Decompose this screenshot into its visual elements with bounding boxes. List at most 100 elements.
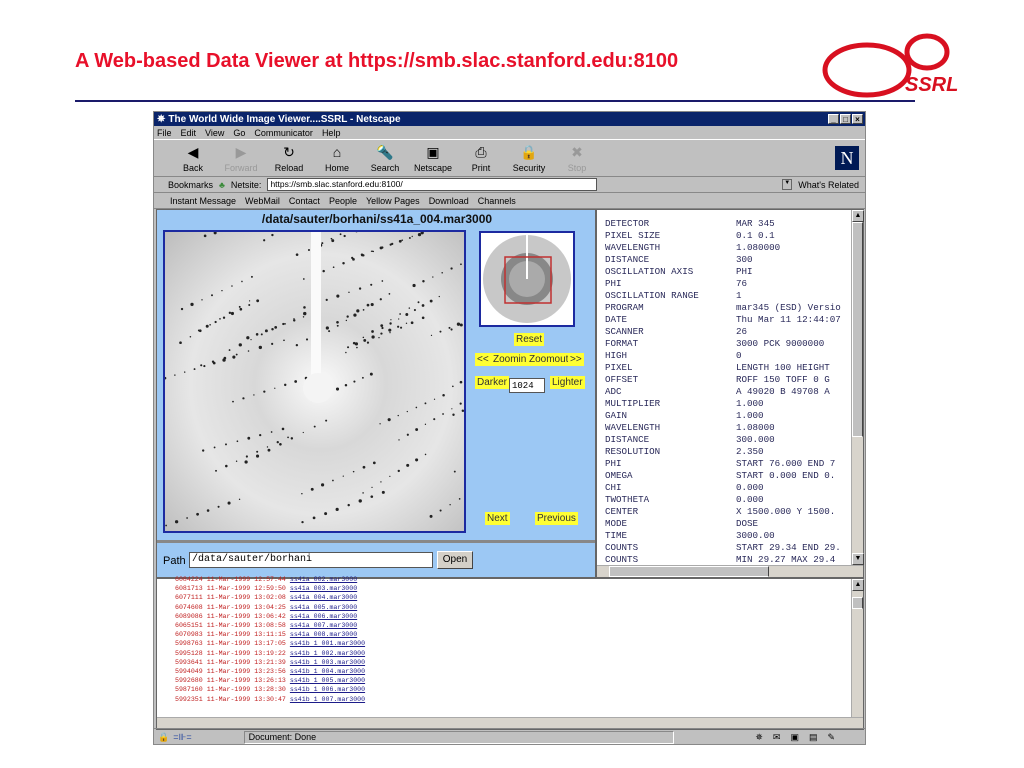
close-button[interactable]: ×	[852, 114, 863, 124]
file-list-vertical-scrollbar[interactable]: ▲	[851, 579, 864, 717]
lock-icon: 🔒	[520, 144, 538, 160]
diffraction-spot	[380, 324, 384, 328]
pan-left-button[interactable]: <<	[475, 353, 491, 366]
file-link[interactable]: ss41a 007.mar3000	[290, 621, 357, 630]
diffraction-image[interactable]	[163, 190, 539, 533]
file-meta: 13:02:08	[254, 594, 286, 602]
netscape-button[interactable]: ▣ Netscape	[409, 144, 457, 173]
diffraction-spot	[180, 307, 184, 311]
home-button[interactable]: ⌂ Home	[313, 144, 361, 173]
diffraction-spot	[415, 428, 419, 431]
diffraction-spot	[282, 322, 285, 326]
diffraction-spot	[379, 298, 382, 301]
personal-people[interactable]: People	[329, 196, 357, 206]
personal-download[interactable]: Download	[429, 196, 469, 206]
personal-yellow-pages[interactable]: Yellow Pages	[366, 196, 420, 206]
diffraction-spot	[242, 397, 245, 400]
url-dropdown[interactable]: ▼	[782, 179, 793, 190]
frame-divider[interactable]	[157, 540, 595, 543]
maximize-button[interactable]: □	[840, 114, 851, 124]
header-value: mar345 (ESD) Versio	[736, 302, 841, 313]
previous-button[interactable]: Previous	[535, 512, 578, 525]
diffraction-spot	[336, 320, 339, 324]
menu-go[interactable]: Go	[233, 128, 245, 138]
diffraction-spot	[362, 308, 365, 311]
diffraction-spot	[244, 460, 248, 464]
menu-edit[interactable]: Edit	[181, 128, 197, 138]
menu-communicator[interactable]: Communicator	[254, 128, 313, 138]
header-key: FORMAT	[605, 338, 639, 349]
toolbar-label: Forward	[224, 163, 258, 173]
thumbnail-image[interactable]	[479, 231, 575, 327]
file-row: 6089086 11-Mar-1999 13:06:42 ss41a 006.mar3…	[175, 612, 365, 621]
diffraction-spot	[442, 393, 445, 397]
reset-button[interactable]: Reset	[514, 333, 545, 346]
file-link[interactable]: ss41b 1 007.mar3000	[290, 695, 365, 704]
next-button[interactable]: Next	[485, 512, 510, 525]
personal-channels[interactable]: Channels	[478, 196, 516, 206]
header-key: WAVELENGTH	[605, 422, 661, 433]
minimize-button[interactable]: _	[828, 114, 839, 124]
file-link[interactable]: ss41b 1 002.mar3000	[290, 649, 365, 658]
diffraction-spot	[179, 341, 182, 345]
diffraction-spot	[413, 308, 416, 312]
header-value: START 29.34 END 29.	[736, 542, 841, 553]
header-key: PROGRAM	[605, 302, 644, 313]
file-link[interactable]: ss41b 1 004.mar3000	[290, 667, 365, 676]
menu-file[interactable]: File	[157, 128, 172, 138]
header-horizontal-scrollbar[interactable]	[597, 565, 863, 577]
diffraction-spot	[412, 283, 416, 288]
personal-contact[interactable]: Contact	[289, 196, 320, 206]
search-button[interactable]: 🔦 Search	[361, 144, 409, 173]
menu-help[interactable]: Help	[322, 128, 341, 138]
file-link[interactable]: ss41b 1 005.mar3000	[290, 676, 365, 685]
file-link[interactable]: ss41a 002.mar3000	[290, 575, 357, 584]
header-row: CENTER X 1500.000 Y 1500.	[605, 506, 851, 518]
stop-icon: ✖	[571, 144, 583, 160]
bookmarks-button[interactable]: Bookmarks	[168, 180, 213, 190]
viewer-frame: /data/sauter/borhani/ss41a_004.mar3000 R…	[156, 190, 596, 578]
diffraction-spot	[389, 332, 391, 334]
diffraction-spot	[263, 239, 266, 242]
file-link[interactable]: ss41a 006.mar3000	[290, 612, 357, 621]
back-button[interactable]: ◀ Back	[169, 144, 217, 173]
component-bar-icons[interactable]: ✵✉▣▤✎	[755, 732, 845, 743]
diffraction-spot	[389, 475, 391, 478]
header-value: 0.000	[736, 494, 764, 505]
whats-related-button[interactable]: What's Related	[798, 180, 865, 190]
file-link[interactable]: ss41b 1 001.mar3000	[290, 639, 365, 648]
file-link[interactable]: ss41a 003.mar3000	[290, 584, 357, 593]
open-button[interactable]: Open	[437, 551, 473, 569]
personal-instant-message[interactable]: Instant Message	[170, 196, 236, 206]
diffraction-spot	[279, 442, 282, 446]
print-button[interactable]: ⎙ Print	[457, 144, 505, 173]
header-key: DISTANCE	[605, 254, 650, 265]
zoomin-button[interactable]: Zoomin	[491, 353, 529, 366]
stop-button[interactable]: ✖ Stop	[553, 144, 601, 173]
diffraction-spot	[281, 427, 285, 431]
file-link[interactable]: ss41b 1 003.mar3000	[290, 658, 365, 667]
forward-button[interactable]: ▶ Forward	[217, 144, 265, 173]
darker-button[interactable]: Darker	[475, 376, 510, 389]
file-row: 5987160 11-Mar-1999 13:28:30 ss41b 1 006.ma…	[175, 685, 365, 694]
personal-webmail[interactable]: WebMail	[245, 196, 280, 206]
header-row: PIXEL SIZE 0.1 0.1	[605, 230, 851, 242]
diffraction-spot	[430, 334, 433, 337]
pan-right-button[interactable]: >>	[568, 353, 584, 366]
header-vertical-scrollbar[interactable]: ▲ ▼	[851, 210, 864, 565]
file-link[interactable]: ss41b 1 006.mar3000	[290, 685, 365, 694]
path-input[interactable]: /data/sauter/borhani	[189, 552, 433, 568]
url-input[interactable]: https://smb.slac.stanford.edu:8100/	[267, 178, 598, 191]
contrast-input[interactable]: 1024	[509, 378, 545, 393]
file-link[interactable]: ss41a 008.mar3000	[290, 630, 357, 639]
header-key: SCANNER	[605, 326, 644, 337]
file-link[interactable]: ss41a 004.mar3000	[290, 593, 357, 602]
menu-view[interactable]: View	[205, 128, 224, 138]
connection-icon: =⊪=	[173, 731, 192, 742]
zoomout-button[interactable]: Zoomout	[527, 353, 571, 366]
header-value: DOSE	[736, 518, 759, 529]
lighter-button[interactable]: Lighter	[550, 376, 585, 389]
reload-button[interactable]: ↻ Reload	[265, 144, 313, 173]
file-link[interactable]: ss41a 005.mar3000	[290, 603, 357, 612]
security-button[interactable]: 🔒 Security	[505, 144, 553, 173]
